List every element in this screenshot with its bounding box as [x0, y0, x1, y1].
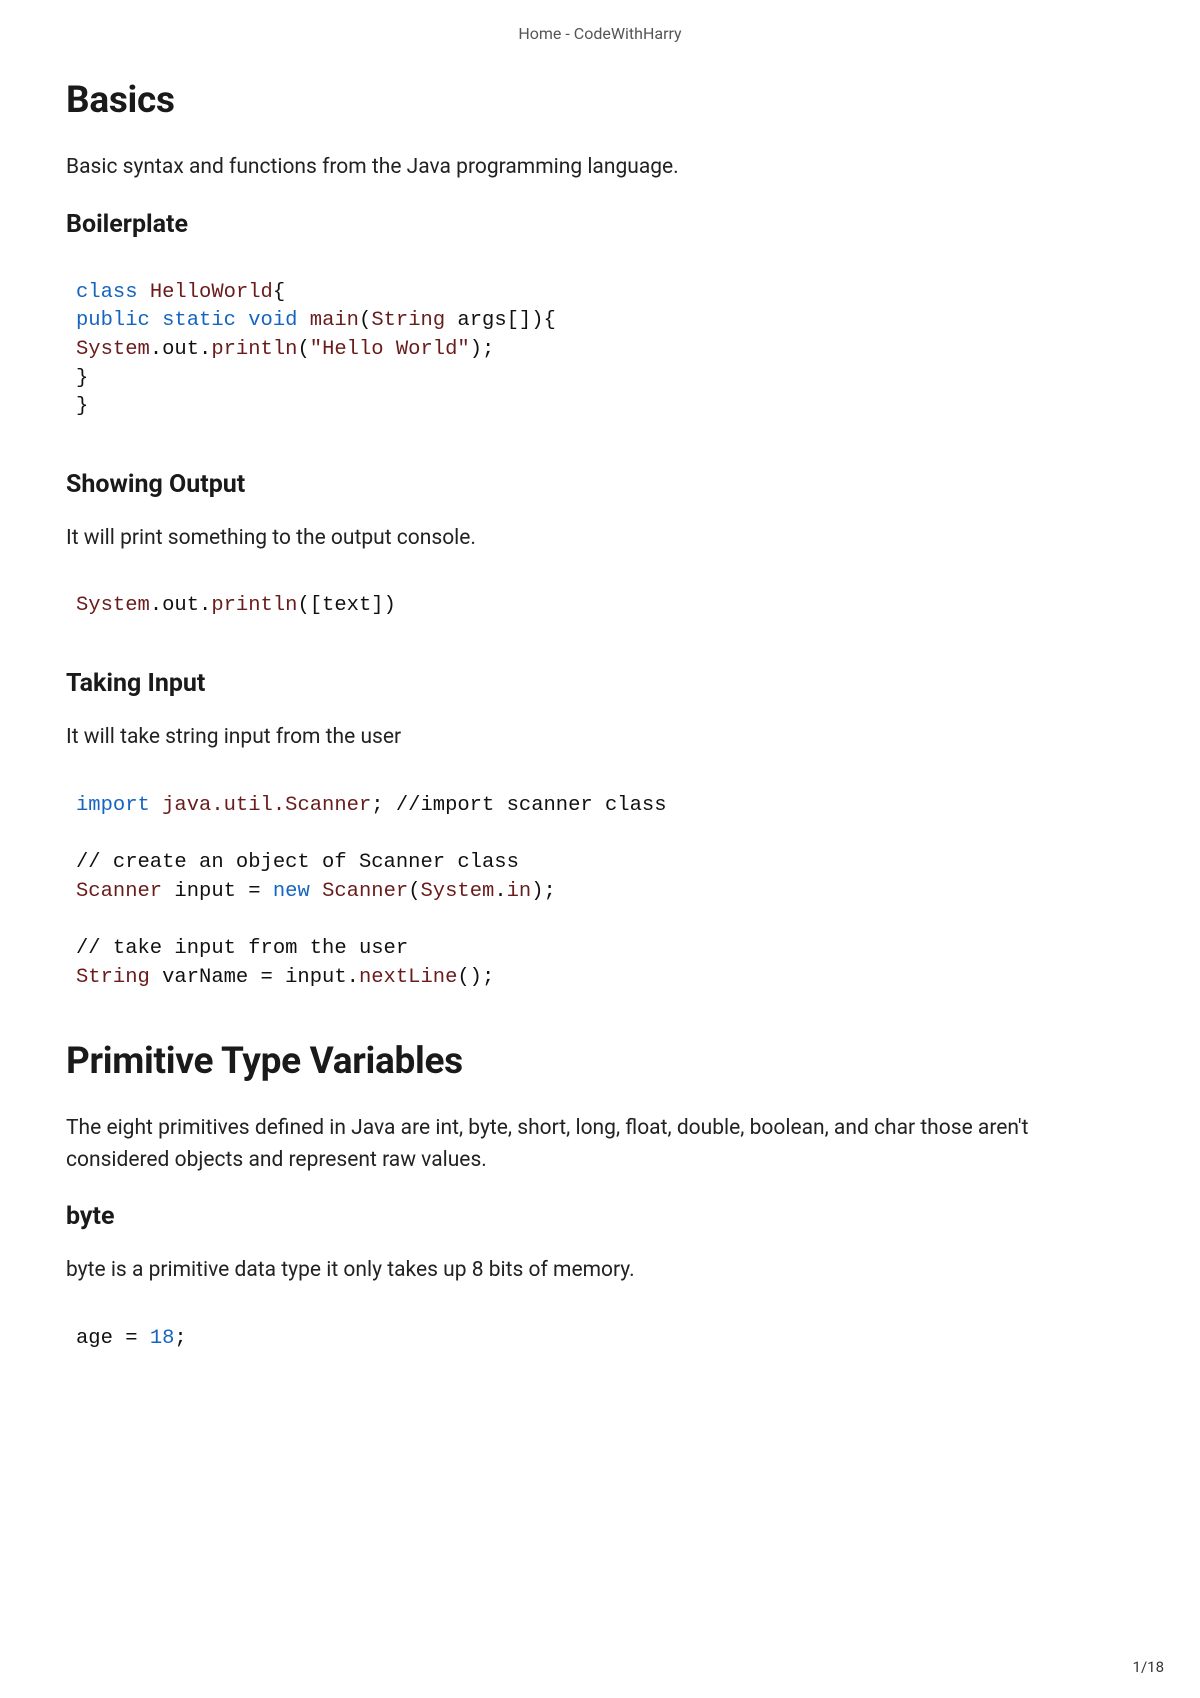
code-token: ; //import scanner class [371, 794, 666, 817]
code-token: { [273, 281, 285, 304]
code-token: varName = input. [150, 966, 359, 989]
code-token: String [76, 966, 150, 989]
code-byte: age = 18; [66, 1309, 1134, 1370]
code-token: args[]){ [445, 309, 556, 332]
code-token: HelloWorld [150, 281, 273, 304]
code-token: in [507, 880, 532, 903]
primitive-intro: The eight primitives defined in Java are… [66, 1113, 1134, 1176]
subheading-showing-output: Showing Output [66, 470, 1134, 499]
code-token: ; [174, 1327, 186, 1350]
code-token: java.util.Scanner [162, 794, 371, 817]
code-token: // create an object of Scanner class [76, 851, 519, 874]
code-token: public [76, 309, 150, 332]
subheading-byte: byte [66, 1202, 1134, 1231]
code-token: static [162, 309, 236, 332]
code-token [310, 880, 322, 903]
subheading-boilerplate: Boilerplate [66, 210, 1134, 239]
code-token [236, 309, 248, 332]
code-token: "Hello World" [310, 338, 470, 361]
showing-output-desc: It will print something to the output co… [66, 523, 1134, 555]
code-token [150, 309, 162, 332]
code-showing-output: System.out.println([text]) [66, 576, 1134, 637]
basics-intro: Basic syntax and functions from the Java… [66, 152, 1134, 184]
code-token: (); [457, 966, 494, 989]
code-token: age = [76, 1327, 150, 1350]
section-heading-primitive: Primitive Type Variables [66, 1040, 1134, 1083]
code-token: ); [531, 880, 556, 903]
code-taking-input: import java.util.Scanner; //import scann… [66, 776, 1134, 1009]
code-token: input = [162, 880, 273, 903]
code-token: String [371, 309, 445, 332]
code-token: // take input from the user [76, 937, 408, 960]
code-token: ( [359, 309, 371, 332]
taking-input-desc: It will take string input from the user [66, 722, 1134, 754]
section-heading-basics: Basics [66, 79, 1134, 122]
code-token: Scanner [76, 880, 162, 903]
code-token: ([text]) [297, 594, 395, 617]
code-token: . [494, 880, 506, 903]
code-token: System [76, 338, 150, 361]
code-token: println [211, 594, 297, 617]
code-boilerplate: class HelloWorld{ public static void mai… [66, 263, 1134, 438]
code-token: .out. [150, 594, 212, 617]
code-token: println [211, 338, 297, 361]
code-token [297, 309, 309, 332]
code-token: } [76, 395, 88, 418]
code-token: class [76, 281, 138, 304]
code-token: ( [408, 880, 420, 903]
code-token: nextLine [359, 966, 457, 989]
code-token: ); [470, 338, 495, 361]
code-token: .out. [150, 338, 212, 361]
code-token: 18 [150, 1327, 175, 1350]
code-token: import [76, 794, 150, 817]
code-token: void [248, 309, 297, 332]
code-token: } [76, 367, 88, 390]
page-number: 1/18 [1133, 1658, 1164, 1676]
code-token: new [273, 880, 310, 903]
code-token [138, 281, 150, 304]
code-token: main [310, 309, 359, 332]
page-title: Home - CodeWithHarry [66, 24, 1134, 43]
subheading-taking-input: Taking Input [66, 669, 1134, 698]
code-token: Scanner [322, 880, 408, 903]
code-token: ( [297, 338, 309, 361]
code-token: System [76, 594, 150, 617]
code-token: System [421, 880, 495, 903]
byte-desc: byte is a primitive data type it only ta… [66, 1255, 1134, 1287]
code-token [150, 794, 162, 817]
